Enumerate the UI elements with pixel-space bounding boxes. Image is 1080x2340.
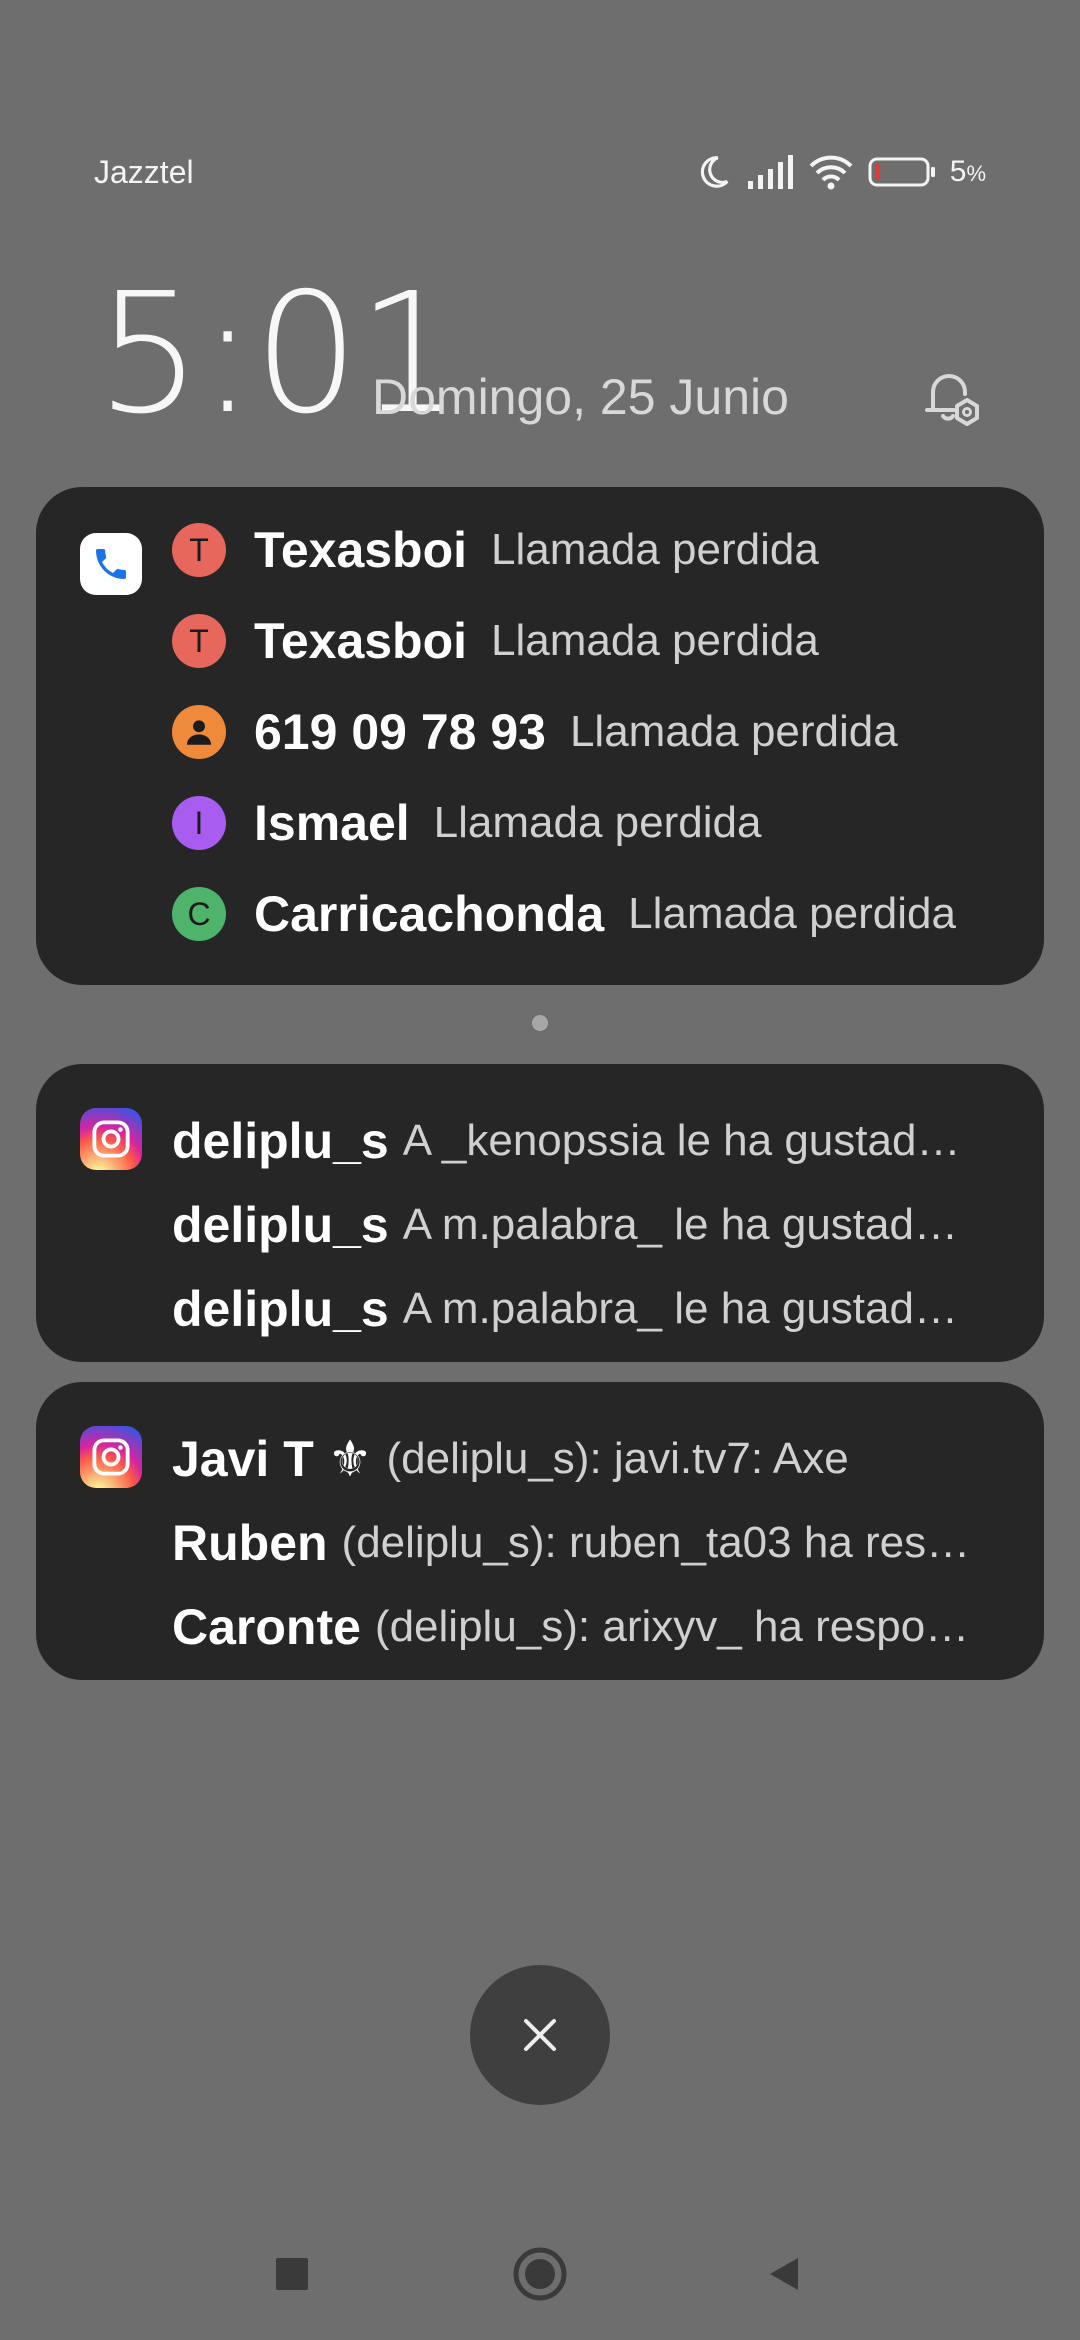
missed-calls-card[interactable]: T Texasboi Llamada perdida T Texasboi Ll…	[36, 487, 1044, 985]
caller-number: 619 09 78 93	[254, 704, 546, 760]
status-bar: Jazztel 5%	[0, 150, 1080, 200]
phone-app-icon	[80, 533, 142, 595]
missed-call-item[interactable]: T Texasboi Llamada perdida	[172, 515, 819, 585]
caller-name: Carricachonda	[254, 886, 605, 942]
missed-call-item[interactable]: T Texasboi Llamada perdida	[172, 606, 819, 676]
missed-call-item[interactable]: C Carricachonda Llamada perdida	[172, 879, 956, 949]
page-indicator-dot	[532, 1015, 548, 1031]
battery-percent-unit: %	[966, 161, 986, 186]
avatar: I	[172, 796, 226, 850]
caller-name: Ismael	[254, 795, 410, 851]
sender-name: deliplu_s	[172, 1113, 389, 1169]
square-icon	[276, 2258, 308, 2290]
moon-icon	[700, 156, 729, 188]
notification-text: A m.palabra_ le ha gustad…	[402, 1284, 958, 1333]
notification-text: A _kenopssia le ha gustad…	[402, 1116, 961, 1165]
clear-all-button[interactable]	[470, 1965, 610, 2105]
wifi-icon	[809, 155, 853, 190]
navigation-bar	[0, 2232, 1080, 2316]
status-icons: 5%	[694, 150, 986, 194]
message-item[interactable]: Caronte (deliplu_s): arixyv_ ha respo…	[172, 1592, 996, 1662]
battery-percent: 5%	[950, 155, 986, 189]
avatar-initial: C	[187, 895, 211, 932]
home-button[interactable]	[498, 2232, 582, 2316]
instagram-app-icon	[80, 1108, 142, 1170]
sender-name: Caronte	[172, 1599, 361, 1655]
call-status: Llamada perdida	[491, 616, 819, 665]
caller-name: Texasboi	[254, 613, 468, 669]
recents-button[interactable]	[250, 2232, 334, 2316]
battery-icon	[868, 157, 935, 187]
sender-name: deliplu_s	[172, 1281, 389, 1337]
call-status: Llamada perdida	[491, 525, 819, 574]
instagram-icon	[92, 1438, 130, 1476]
instagram-notification-card[interactable]: deliplu_s A _kenopssia le ha gustad… del…	[36, 1064, 1044, 1362]
message-item[interactable]: Ruben (deliplu_s): ruben_ta03 ha res…	[172, 1508, 996, 1578]
close-icon	[524, 2019, 556, 2051]
sender-name: Javi T ⚜	[172, 1431, 373, 1487]
missed-call-item[interactable]: 619 09 78 93 Llamada perdida	[172, 697, 898, 767]
circle-icon	[513, 2247, 567, 2301]
avatar: T	[172, 614, 226, 668]
carrier-name: Jazztel	[94, 154, 194, 190]
sender-name: deliplu_s	[172, 1197, 389, 1253]
notification-text: A m.palabra_ le ha gustad…	[402, 1200, 958, 1249]
battery-percent-value: 5	[949, 155, 967, 188]
sender-name: Ruben	[172, 1515, 328, 1571]
instagram-message-card[interactable]: Javi T ⚜ (deliplu_s): javi.tv7: Axe Rube…	[36, 1382, 1044, 1680]
instagram-icon	[92, 1120, 130, 1158]
notification-item[interactable]: deliplu_s A m.palabra_ le ha gustad…	[172, 1190, 996, 1260]
avatar: C	[172, 887, 226, 941]
notification-settings-icon[interactable]	[915, 362, 987, 434]
call-status: Llamada perdida	[569, 707, 898, 756]
message-text: (deliplu_s): javi.tv7: Axe	[386, 1434, 849, 1483]
back-triangle-icon	[770, 2258, 798, 2290]
missed-call-item[interactable]: I Ismael Llamada perdida	[172, 788, 761, 858]
lock-date: Domingo, 25 Junio	[372, 369, 789, 425]
message-text: (deliplu_s): arixyv_ ha respo…	[374, 1602, 970, 1651]
person-icon	[186, 720, 212, 745]
avatar: T	[172, 523, 226, 577]
call-status: Llamada perdida	[628, 889, 956, 938]
notification-item[interactable]: deliplu_s A m.palabra_ le ha gustad…	[172, 1274, 996, 1344]
message-item[interactable]: Javi T ⚜ (deliplu_s): javi.tv7: Axe	[172, 1424, 996, 1494]
caller-name: Texasboi	[254, 522, 468, 578]
avatar-initial: T	[189, 622, 209, 659]
message-text: (deliplu_s): ruben_ta03 ha res…	[341, 1518, 971, 1567]
avatar-initial: T	[189, 531, 209, 568]
avatar-initial: I	[194, 804, 204, 841]
signal-icon	[747, 155, 793, 189]
phone-icon	[96, 549, 126, 579]
back-button[interactable]	[742, 2232, 826, 2316]
avatar	[172, 705, 226, 759]
notification-item[interactable]: deliplu_s A _kenopssia le ha gustad…	[172, 1106, 996, 1176]
instagram-app-icon	[80, 1426, 142, 1488]
call-status: Llamada perdida	[433, 798, 762, 847]
